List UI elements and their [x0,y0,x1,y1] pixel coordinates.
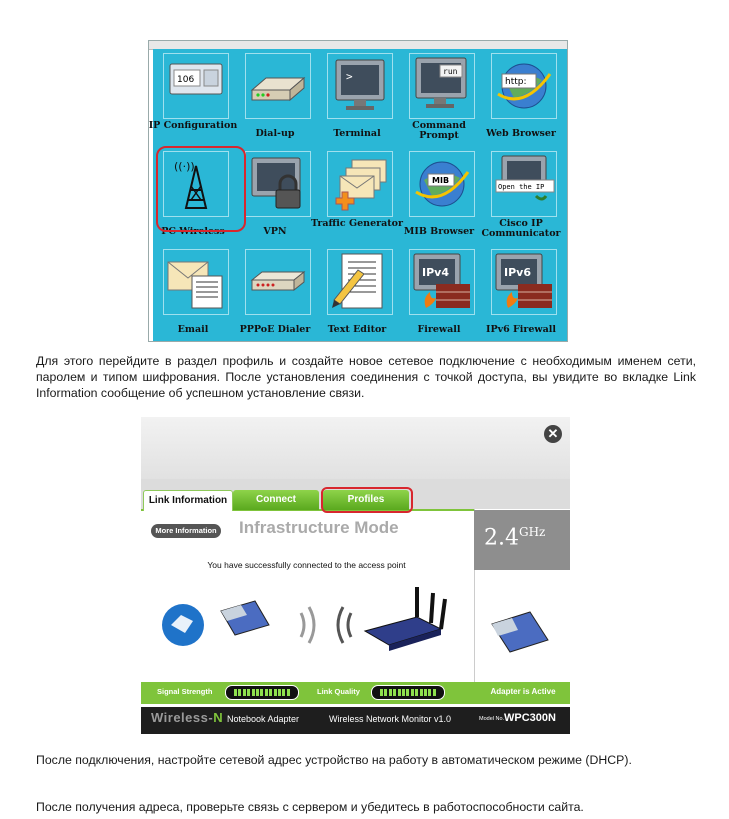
meter-tick [410,689,414,696]
app-text-editor[interactable]: Text Editor [317,245,395,337]
pc-wireless-highlight [156,146,246,232]
app-mib-browser[interactable]: MIB MIB Browser [399,147,477,239]
meter-tick [286,689,290,696]
app-command-prompt[interactable]: run Command Prompt [399,49,477,141]
meter-tick [282,689,286,696]
link-quality-label: Link Quality [317,687,360,696]
app-firewall[interactable]: IPv4 Firewall [399,245,477,337]
app-ip-configuration[interactable]: 106 IP Configuration [149,49,237,141]
svg-text:MIB: MIB [432,176,449,185]
app-email[interactable]: Email [153,245,231,337]
tab-link-information[interactable]: Link Information [143,490,233,511]
email-icon [163,249,229,315]
meter-tick [388,689,392,696]
app-web-browser[interactable]: http: Web Browser [481,49,559,141]
meter-tick [406,689,410,696]
meter-tick [238,689,242,696]
app-pppoe-dialer[interactable]: PPPoE Dialer [235,245,313,337]
ipv6-firewall-icon: IPv6 [491,249,557,315]
meter-tick [380,689,383,696]
meter-tick [260,689,264,696]
more-information-button[interactable]: More Information [151,524,221,538]
text-editor-icon [327,249,393,315]
mode-title: Infrastructure Mode [239,518,399,537]
meter-tick [419,689,423,696]
meter-tick [428,689,432,696]
tab-connect[interactable]: Connect [233,490,319,510]
meter-tick [234,689,237,696]
instruction-paragraph-1: Для этого перейдите в раздел профиль и с… [36,354,696,400]
meter-tick [256,689,259,696]
adapter-card-icon [491,611,549,653]
vpn-lock-icon [245,151,311,217]
signal-strength-label: Signal Strength [157,687,213,696]
ip-communicator-icon: Open the IP [491,151,557,217]
meter-tick [269,689,273,696]
meter-tick [273,689,277,696]
connection-illustration [162,587,447,651]
connection-status-message: You have successfully connected to the a… [207,560,406,570]
traffic-generator-icon [327,151,393,217]
meter-tick [251,689,255,696]
link-quality-meter [371,685,445,700]
instruction-paragraph-3: После получения адреса, проверьте связь … [36,800,584,814]
svg-text:Open the IP: Open the IP [498,183,544,191]
app-label: Web Browser [486,128,556,139]
product-name: Notebook Adapter [227,714,300,724]
modem-icon [245,53,311,119]
web-browser-icon: http: [491,53,557,119]
app-label: IPv6 Firewall [486,324,556,335]
meter-tick [432,689,436,696]
firewall-icon: IPv4 [409,249,475,315]
brand-logo: Wireless-N [151,710,224,725]
app-name: Wireless Network Monitor v1.0 [329,714,452,724]
app-vpn[interactable]: VPN [235,147,313,239]
meter-tick [415,689,419,696]
meter-tick [278,689,281,696]
band-indicator: 2.4GHz [474,510,570,570]
svg-text:106: 106 [177,75,194,85]
app-ipv6-firewall[interactable]: IPv6 IPv6 Firewall [481,245,559,337]
meter-tick [424,689,427,696]
app-label: Cisco IP Communicator [481,218,561,239]
profiles-highlight [321,487,413,513]
terminal-icon: > [327,53,393,119]
app-traffic-generator[interactable]: Traffic Generator [311,147,403,239]
signal-waves-icon [299,606,353,644]
meter-tick [242,689,246,696]
app-dial-up[interactable]: Dial-up [235,49,313,141]
instruction-paragraph-2: После подключения, настройте сетевой адр… [36,753,632,767]
pc-desktop-panel: 106 IP Configuration Dial-up > Terminal … [148,40,568,342]
meter-tick [264,689,268,696]
model-prefix: Model No. [479,716,505,722]
meter-tick [247,689,251,696]
svg-text:run: run [443,67,458,76]
meter-tick [402,689,405,696]
app-terminal[interactable]: > Terminal [317,49,395,141]
app-cisco-ip-communicator[interactable]: Open the IP Cisco IP Communicator [481,147,561,239]
ip-configuration-icon: 106 [163,53,229,119]
wireless-router-icon [363,587,447,651]
svg-text:http:: http: [505,77,527,87]
mib-browser-icon: MIB [409,151,475,217]
svg-text:>: > [346,70,353,83]
command-prompt-icon: run [409,53,475,119]
model-number: WPC300N [504,712,556,724]
band-value: 2.4GHz [484,525,546,551]
meter-tick [393,689,397,696]
close-icon[interactable]: ✕ [544,425,562,443]
notebook-adapter-card-icon [220,600,270,636]
svg-text:IPv6: IPv6 [504,266,531,279]
signal-strength-meter [225,685,299,700]
monitor-footer: Wireless-N Notebook Adapter Wireless Net… [141,707,570,734]
pppoe-dialer-icon [245,249,311,315]
svg-text:IPv4: IPv4 [422,266,449,279]
user-globe-icon [162,604,204,646]
adapter-status: Adapter is Active [490,687,556,696]
meter-tick [397,689,401,696]
meter-tick [384,689,388,696]
wireless-network-monitor: ✕ Link Information Connect Profiles More… [141,417,570,734]
